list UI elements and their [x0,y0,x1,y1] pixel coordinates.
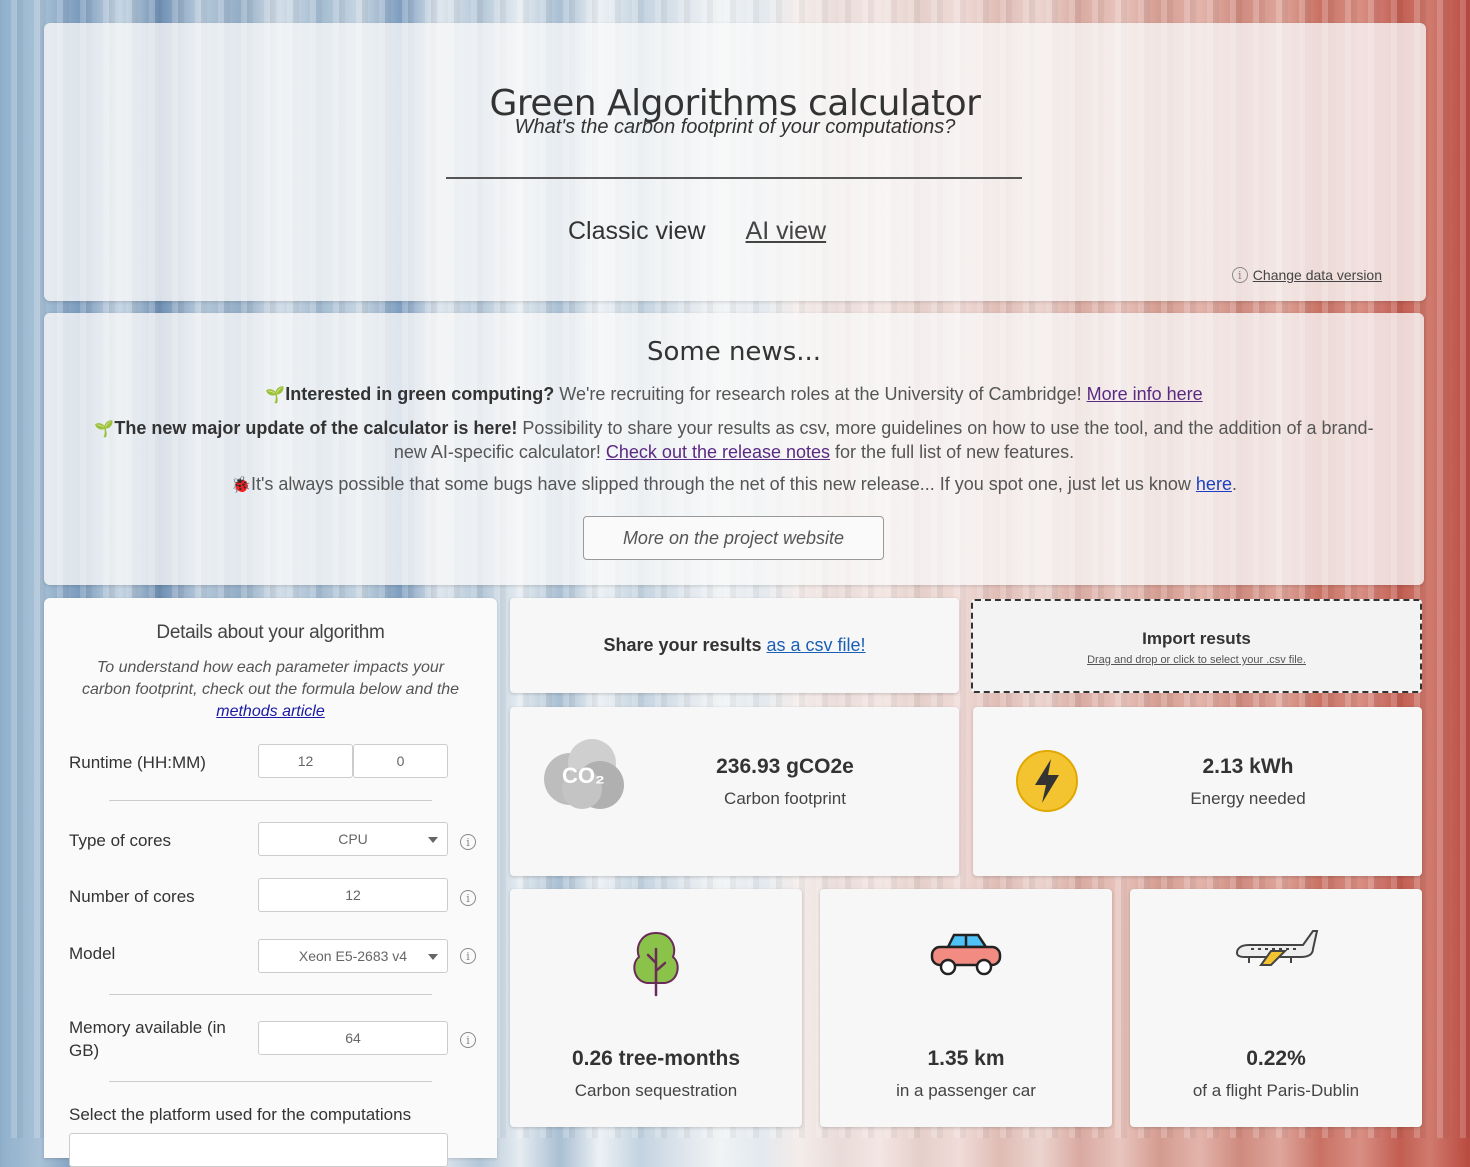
news-bold: The new major update of the calculator i… [114,418,518,438]
change-data-version-link[interactable]: Change data version [1253,267,1382,283]
chevron-down-icon [428,954,438,960]
car-distance-card: 1.35 km in a passenger car [820,889,1112,1127]
news-panel: Some news... 🌱Interested in green comput… [44,313,1424,585]
memory-input[interactable]: 64 [258,1021,448,1055]
sprout-icon: 🌱 [265,387,286,404]
tab-ai-view[interactable]: AI view [746,217,827,246]
bug-report-link[interactable]: here [1196,474,1232,494]
csv-download-link[interactable]: as a csv file! [767,635,866,656]
memory-label: Memory available (in GB) [69,1018,226,1060]
methods-article-link[interactable]: methods article [216,703,325,720]
info-icon[interactable]: i [460,834,476,850]
news-heading: Some news... [646,337,822,367]
airplane-icon [1235,930,1319,966]
model-select[interactable]: Xeon E5-2683 v4 [258,939,448,973]
icon-wrap [510,929,802,997]
runtime-label: Runtime (HH:MM) [69,753,206,772]
header-panel: Green Algorithms calculator What's the c… [44,23,1426,301]
energy-card: 2.13 kWh Energy needed [973,707,1422,876]
change-data-version[interactable]: i Change data version [1231,267,1382,283]
tab-classic-view[interactable]: Classic view [568,217,706,246]
algorithm-title: Details about your algorithm [156,622,385,643]
car-icon [930,933,1002,976]
core-type-label: Type of cores [69,831,172,850]
tree-label: Carbon sequestration [574,1081,738,1100]
flight-card: 0.22% of a flight Paris-Dublin [1130,889,1422,1127]
energy-value: 2.13 kWh [1202,755,1294,778]
model-value: Xeon E5-2683 v4 [298,948,408,964]
info-icon: i [1231,267,1248,283]
info-icon[interactable]: i [460,1032,476,1048]
carbon-value: 236.93 gCO2e [716,755,854,778]
num-cores-label: Number of cores [69,887,195,906]
news-text: We're recruiting for research roles at t… [554,384,1087,404]
icon-wrap [820,929,1112,981]
description-text: To understand how each parameter impacts… [81,659,460,698]
news-text-after: . [1231,474,1237,494]
car-label: in a passenger car [896,1081,1036,1100]
more-info-link[interactable]: More info here [1087,384,1203,404]
lightning-icon [1016,750,1078,812]
news-bold: Interested in green computing? [285,384,555,404]
news-item-bugs: 🐞It's always possible that some bugs hav… [44,473,1424,497]
car-value: 1.35 km [927,1047,1005,1070]
chevron-down-icon [428,837,438,843]
info-icon[interactable]: i [460,890,476,906]
project-website-button[interactable]: More on the project website [583,516,884,560]
runtime-minutes-input[interactable]: 0 [353,744,448,778]
platform-label: Select the platform used for the computa… [69,1105,412,1124]
co2-label: CO₂ [562,763,605,788]
flight-value: 0.22% [1246,1047,1306,1070]
import-dropzone[interactable]: Import resuts Drag and drop or click to … [971,599,1422,693]
tree-icon [633,931,679,997]
news-text: It's always possible that some bugs have… [250,474,1196,494]
tree-value: 0.26 tree-months [571,1047,741,1070]
divider [109,1081,432,1082]
divider [109,994,432,995]
icon-wrap [1130,929,1422,975]
news-item-recruiting: 🌱Interested in green computing? We're re… [44,383,1424,407]
sprout-icon: 🌱 [94,421,115,438]
platform-select[interactable] [69,1133,448,1167]
news-item-update: 🌱The new major update of the calculator … [84,417,1384,464]
runtime-hours-input[interactable]: 12 [258,744,353,778]
info-icon[interactable]: i [460,948,476,964]
core-type-value: CPU [338,831,368,847]
flight-label: of a flight Paris-Dublin [1192,1081,1360,1100]
carbon-label: Carbon footprint [724,789,846,808]
import-hint[interactable]: Drag and drop or click to select your .c… [973,654,1420,666]
algorithm-panel: Details about your algorithm To understa… [44,598,497,1167]
core-type-select[interactable]: CPU [258,822,448,856]
header-divider [446,177,1022,179]
news-text-after: for the full list of new features. [830,442,1075,462]
import-title: Import resuts [1142,629,1251,648]
carbon-footprint-card: CO₂ 236.93 gCO2e Carbon footprint [510,707,959,876]
share-results-card: Share your results as a csv file! [510,598,959,693]
share-text: Share your results [603,635,762,655]
algorithm-description: To understand how each parameter impacts… [74,657,467,723]
view-tabs: Classic view AI view [568,217,826,246]
num-cores-input[interactable]: 12 [258,878,448,912]
release-notes-link[interactable]: Check out the release notes [606,442,830,462]
tree-months-card: 0.26 tree-months Carbon sequestration [510,889,802,1127]
energy-label: Energy needed [1190,789,1306,808]
ladybug-icon: 🐞 [231,477,251,494]
page-subtitle: What's the carbon footprint of your comp… [514,116,956,138]
divider [109,800,432,801]
model-label: Model [69,944,116,963]
